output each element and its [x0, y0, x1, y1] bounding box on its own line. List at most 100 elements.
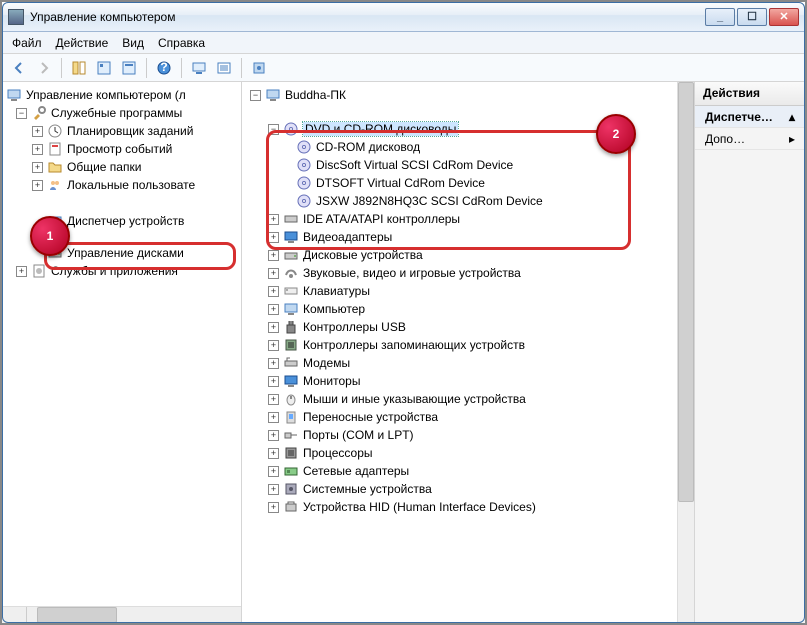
tree-scheduler[interactable]: Планировщик заданий	[6, 122, 241, 140]
menu-file[interactable]: Файл	[12, 36, 42, 50]
device-category[interactable]: Дисковые устройства	[246, 246, 694, 264]
maximize-button[interactable]: ☐	[737, 8, 767, 26]
forward-button[interactable]	[33, 57, 55, 79]
expand-toggle[interactable]	[268, 268, 279, 279]
refresh-button[interactable]	[213, 57, 235, 79]
help-button[interactable]: ?	[153, 57, 175, 79]
expand-toggle[interactable]	[268, 322, 279, 333]
device-root[interactable]: Buddha-ПК	[246, 86, 694, 104]
export-button[interactable]	[118, 57, 140, 79]
device-category[interactable]: Клавиатуры	[246, 282, 694, 300]
expand-toggle[interactable]	[268, 286, 279, 297]
device-category[interactable]: Мыши и иные указывающие устройства	[246, 390, 694, 408]
menu-action[interactable]: Действие	[56, 36, 109, 50]
expand-toggle[interactable]	[268, 376, 279, 387]
expand-toggle[interactable]	[268, 430, 279, 441]
category-icon	[283, 247, 299, 263]
annotation-badge-2: 2	[596, 114, 636, 154]
expand-toggle[interactable]	[268, 250, 279, 261]
category-icon	[283, 463, 299, 479]
expand-toggle[interactable]	[268, 394, 279, 405]
device-category[interactable]: Компьютер	[246, 300, 694, 318]
expand-toggle[interactable]	[268, 412, 279, 423]
device-category[interactable]: Процессоры	[246, 444, 694, 462]
device-category[interactable]: Контроллеры USB	[246, 318, 694, 336]
scan-button[interactable]	[188, 57, 210, 79]
center-vertical-scrollbar[interactable]	[677, 82, 694, 623]
expand-toggle[interactable]	[250, 90, 261, 101]
tree-localusers[interactable]: Локальные пользовате	[6, 176, 241, 194]
device-category[interactable]: Устройства HID (Human Interface Devices)	[246, 498, 694, 516]
tree-root[interactable]: Управление компьютером (л	[6, 86, 241, 104]
device-category[interactable]: Порты (COM и LPT)	[246, 426, 694, 444]
expand-toggle[interactable]	[32, 162, 43, 173]
category-icon	[283, 499, 299, 515]
device-category[interactable]: Переносные устройства	[246, 408, 694, 426]
category-icon	[283, 229, 299, 245]
users-icon	[47, 177, 63, 193]
close-button[interactable]: ✕	[769, 8, 799, 26]
folder-icon	[47, 159, 63, 175]
services-icon	[31, 263, 47, 279]
menu-help[interactable]: Справка	[158, 36, 205, 50]
expand-toggle[interactable]	[268, 502, 279, 513]
properties-button[interactable]	[93, 57, 115, 79]
expand-toggle[interactable]	[268, 358, 279, 369]
device-category[interactable]: Модемы	[246, 354, 694, 372]
device-category[interactable]: Контроллеры запоминающих устройств	[246, 336, 694, 354]
device-category[interactable]: Системные устройства	[246, 480, 694, 498]
device-dvd-child[interactable]: DiscSoft Virtual SCSI CdRom Device	[246, 156, 694, 174]
back-button[interactable]	[8, 57, 30, 79]
update-driver-button[interactable]	[248, 57, 270, 79]
expand-toggle[interactable]	[268, 124, 279, 135]
actions-devmgr-row[interactable]: Диспетче… ▴	[695, 106, 805, 128]
show-hide-tree-button[interactable]	[68, 57, 90, 79]
expand-toggle[interactable]	[268, 214, 279, 225]
expand-toggle[interactable]	[268, 466, 279, 477]
category-icon	[283, 211, 299, 227]
expand-toggle[interactable]	[16, 266, 27, 277]
collapse-arrow-icon: ▴	[789, 110, 795, 124]
expand-toggle[interactable]	[32, 126, 43, 137]
device-category[interactable]: IDE ATA/ATAPI контроллеры	[246, 210, 694, 228]
expand-toggle[interactable]	[268, 448, 279, 459]
expand-toggle[interactable]	[32, 180, 43, 191]
expand-toggle[interactable]	[268, 304, 279, 315]
dvd-icon	[296, 139, 312, 155]
console-tree[interactable]: Управление компьютером (л Служебные прог…	[2, 82, 241, 284]
category-icon	[283, 481, 299, 497]
category-icon	[283, 427, 299, 443]
category-icon	[283, 301, 299, 317]
device-category[interactable]: Звуковые, видео и игровые устройства	[246, 264, 694, 282]
device-category[interactable]: Мониторы	[246, 372, 694, 390]
category-icon	[283, 355, 299, 371]
console-tree-pane: Управление компьютером (л Служебные прог…	[2, 82, 242, 623]
expand-toggle[interactable]	[268, 484, 279, 495]
tools-icon	[31, 105, 47, 121]
minimize-button[interactable]: _	[705, 8, 735, 26]
actions-pane: Действия Диспетче… ▴ Допо… ▸	[695, 82, 805, 623]
category-icon	[283, 409, 299, 425]
computer-icon	[265, 87, 281, 103]
expand-toggle[interactable]	[268, 232, 279, 243]
expand-toggle[interactable]	[268, 340, 279, 351]
tree-eventviewer[interactable]: Просмотр событий	[6, 140, 241, 158]
device-category[interactable]: Сетевые адаптеры	[246, 462, 694, 480]
device-category[interactable]: Видеоадаптеры	[246, 228, 694, 246]
dvd-icon	[296, 193, 312, 209]
tree-utilities[interactable]: Служебные программы	[6, 104, 241, 122]
device-dvd-child[interactable]: JSXW J892N8HQ3C SCSI CdRom Device	[246, 192, 694, 210]
category-icon	[283, 265, 299, 281]
tree-sharedfolders[interactable]: Общие папки	[6, 158, 241, 176]
device-dvd-child[interactable]: DTSOFT Virtual CdRom Device	[246, 174, 694, 192]
submenu-arrow-icon: ▸	[789, 132, 795, 146]
eventviewer-icon	[47, 141, 63, 157]
expand-toggle[interactable]	[32, 144, 43, 155]
tree-services-apps[interactable]: Службы и приложения	[6, 262, 241, 280]
left-horizontal-scrollbar[interactable]	[2, 606, 241, 623]
category-icon	[283, 391, 299, 407]
menu-view[interactable]: Вид	[122, 36, 144, 50]
category-icon	[283, 373, 299, 389]
actions-more-row[interactable]: Допо… ▸	[695, 128, 805, 150]
expand-toggle[interactable]	[16, 108, 27, 119]
